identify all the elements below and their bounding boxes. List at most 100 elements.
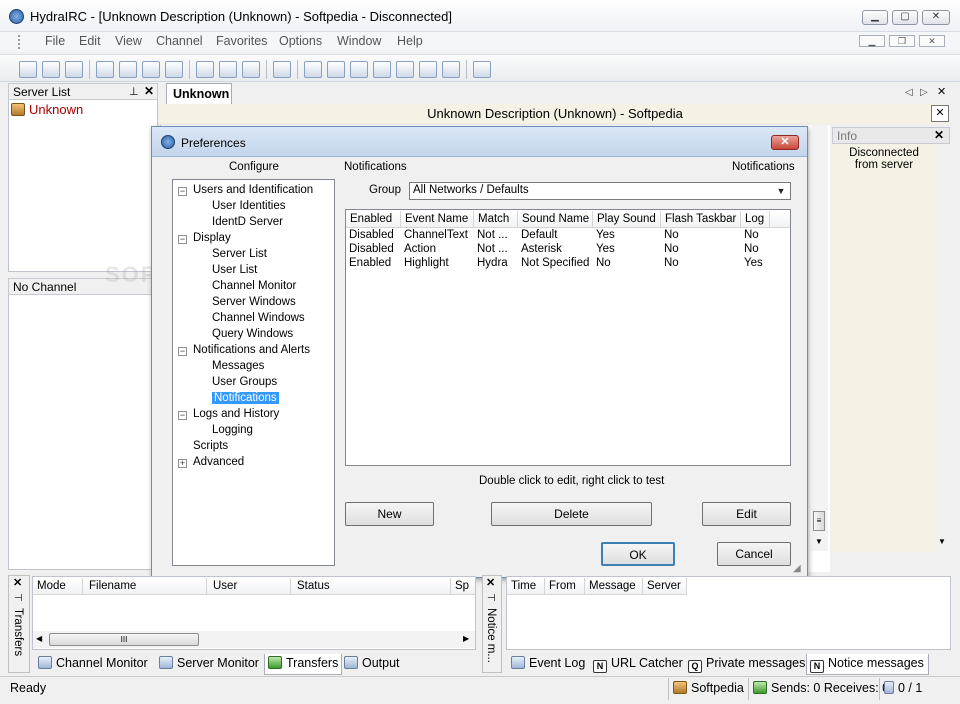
close-window-button[interactable]: ✕: [922, 10, 950, 25]
tab-notice-messages[interactable]: N Notice messages: [806, 654, 929, 675]
col-match[interactable]: Match: [474, 211, 518, 228]
event-log-icon[interactable]: [442, 61, 460, 78]
tree-node[interactable]: − Notifications and Alerts: [178, 344, 310, 356]
tree-node[interactable]: + Advanced: [178, 456, 244, 468]
info-close-icon[interactable]: ✕: [934, 128, 944, 142]
channel-window-icon[interactable]: [327, 61, 345, 78]
menu-options[interactable]: Options: [279, 34, 322, 48]
col-flash-taskbar[interactable]: Flash Taskbar: [661, 211, 741, 228]
menu-window[interactable]: Window: [337, 34, 381, 48]
menu-help[interactable]: Help: [397, 34, 423, 48]
tab-server-monitor[interactable]: Server Monitor: [159, 654, 259, 674]
mdi-minimize-button[interactable]: ▁: [859, 35, 885, 47]
tile-vertical-icon[interactable]: [119, 61, 137, 78]
col-server[interactable]: Server: [643, 578, 687, 595]
tree-node[interactable]: − Users and Identification: [178, 184, 313, 196]
tab-private-messages[interactable]: Q Private messages: [688, 654, 805, 674]
hscroll-thumb[interactable]: III: [49, 633, 199, 646]
tree-node[interactable]: Logging: [212, 424, 253, 436]
tree-node[interactable]: − Logs and History: [178, 408, 279, 420]
tab-url-catcher[interactable]: N URL Catcher: [593, 654, 683, 674]
mdi-close-button[interactable]: ✕: [919, 35, 945, 47]
search-icon[interactable]: [219, 61, 237, 78]
delete-button[interactable]: Delete: [491, 502, 652, 526]
menu-file[interactable]: File: [45, 34, 65, 48]
tree-node[interactable]: Channel Monitor: [212, 280, 296, 292]
resize-grip-icon[interactable]: ◢: [793, 563, 801, 574]
users-icon[interactable]: [196, 61, 214, 78]
server-window-icon[interactable]: [304, 61, 322, 78]
tab-unknown[interactable]: Unknown: [166, 83, 232, 105]
edit-button[interactable]: Edit: [702, 502, 791, 526]
close-icon[interactable]: ✕: [144, 84, 154, 98]
col-play-sound[interactable]: Play Sound: [593, 211, 661, 228]
transfers-icon[interactable]: [396, 61, 414, 78]
transfers-pin-icon[interactable]: ⊣: [14, 593, 23, 604]
preferences-icon[interactable]: [473, 61, 491, 78]
col-sound-name[interactable]: Sound Name: [518, 211, 593, 228]
col-message[interactable]: Message: [585, 578, 643, 595]
tree-node[interactable]: User Groups: [212, 376, 277, 388]
table-row[interactable]: Disabled Action Not ... Asterisk Yes No No: [346, 243, 790, 257]
tab-close-icon[interactable]: ✕: [937, 85, 946, 98]
col-event-name[interactable]: Event Name: [401, 211, 474, 228]
collapse-icon[interactable]: −: [178, 411, 187, 420]
info-scroll-down-icon[interactable]: ▼: [938, 537, 946, 546]
document-close-icon[interactable]: ✕: [931, 105, 949, 122]
col-log[interactable]: Log: [741, 211, 770, 228]
table-row[interactable]: Enabled Highlight Hydra Not Specified No No Ye…: [346, 257, 790, 271]
output-icon[interactable]: [419, 61, 437, 78]
tile-horizontal-icon[interactable]: [142, 61, 160, 78]
scroll-left-icon[interactable]: ◀: [36, 634, 42, 643]
tree-node[interactable]: Server Windows: [212, 296, 296, 308]
maximize-button[interactable]: ▢: [892, 10, 918, 25]
notices-close-icon[interactable]: ✕: [486, 576, 495, 589]
new-button[interactable]: New: [345, 502, 434, 526]
dialog-close-button[interactable]: ✕: [771, 135, 799, 150]
connect-icon[interactable]: [19, 61, 37, 78]
tree-node[interactable]: Messages: [212, 360, 264, 372]
cancel-button[interactable]: Cancel: [717, 542, 791, 566]
channel-monitor-icon[interactable]: [373, 61, 391, 78]
tree-node[interactable]: − Display: [178, 232, 231, 244]
scroll-down-icon[interactable]: ▼: [815, 537, 823, 546]
table-row[interactable]: Disabled ChannelText Not ... Default Yes No No: [346, 229, 790, 243]
cascade-icon[interactable]: [96, 61, 114, 78]
tab-channel-monitor[interactable]: Channel Monitor: [38, 654, 148, 674]
tree-node[interactable]: Query Windows: [212, 328, 293, 340]
tab-scroll-left-icon[interactable]: ◁: [905, 87, 913, 98]
col-user[interactable]: User: [207, 578, 291, 595]
col-speed[interactable]: Sp: [451, 578, 475, 595]
transfers-hscrollbar[interactable]: ◀ III ▶: [33, 631, 475, 648]
scrollbar-thumb[interactable]: ≡: [813, 511, 825, 531]
sound-icon[interactable]: [273, 61, 291, 78]
tree-node[interactable]: Channel Windows: [212, 312, 305, 324]
notices-pin-icon[interactable]: ⊣: [487, 593, 496, 604]
menu-view[interactable]: View: [115, 34, 142, 48]
server-monitor-icon[interactable]: [350, 61, 368, 78]
expand-icon[interactable]: +: [178, 459, 187, 468]
tree-node[interactable]: IdentD Server: [212, 216, 283, 228]
tab-event-log[interactable]: Event Log: [511, 654, 585, 674]
channel-list-icon[interactable]: [242, 61, 260, 78]
document-scrollbar[interactable]: [812, 125, 828, 551]
arrange-icon[interactable]: [165, 61, 183, 78]
reconnect-icon[interactable]: [42, 61, 60, 78]
menu-channel[interactable]: Channel: [156, 34, 203, 48]
chevron-down-icon[interactable]: ▼: [774, 184, 788, 198]
col-from[interactable]: From: [545, 578, 585, 595]
mdi-restore-button[interactable]: ❐: [889, 35, 915, 47]
tree-node[interactable]: Notifications: [212, 392, 279, 404]
server-item[interactable]: Unknown: [11, 102, 83, 117]
notifications-grid[interactable]: Enabled Event Name Match Sound Name Play…: [345, 209, 791, 466]
pin-icon[interactable]: ⊥: [129, 85, 139, 98]
tab-transfers[interactable]: Transfers: [264, 654, 343, 675]
col-filename[interactable]: Filename: [83, 578, 207, 595]
preferences-tree[interactable]: − Users and Identification User Identities…: [172, 179, 335, 566]
group-select[interactable]: All Networks / Defaults ▼: [409, 182, 791, 200]
tree-node[interactable]: Server List: [212, 248, 267, 260]
ok-button[interactable]: OK: [601, 542, 675, 566]
col-status[interactable]: Status: [291, 578, 451, 595]
collapse-icon[interactable]: −: [178, 235, 187, 244]
disconnect-icon[interactable]: [65, 61, 83, 78]
